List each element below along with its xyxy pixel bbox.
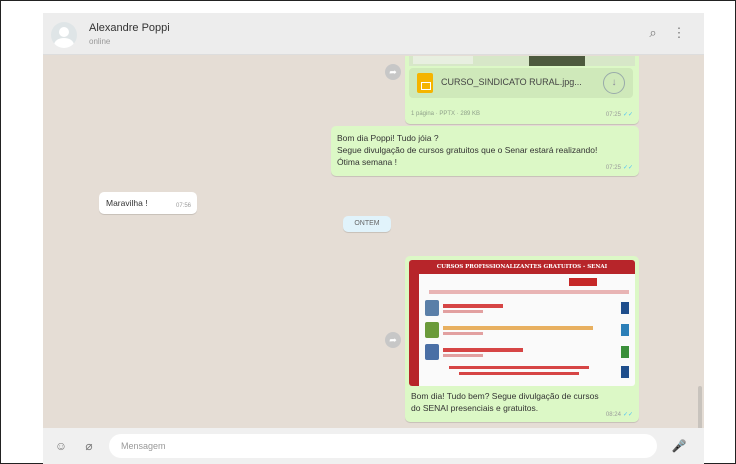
document-message-bubble[interactable]: CURSO_SINDICATO RURAL.jpg... ↓ 1 página … <box>405 56 639 124</box>
document-card[interactable]: CURSO_SINDICATO RURAL.jpg... ↓ <box>409 68 633 98</box>
chat-header: Alexandre Poppi online ⌕ ⋮ <box>43 13 704 55</box>
poster-photo <box>425 300 439 316</box>
attach-icon[interactable]: ⌀ <box>81 438 97 454</box>
read-ticks-icon: ✓✓ <box>622 412 633 418</box>
poster-logo <box>621 302 629 314</box>
message-time: 07:56 <box>175 203 191 209</box>
poster-text-line <box>459 372 579 375</box>
window-frame: Alexandre Poppi online ⌕ ⋮ ➦ CURSO_SINDI… <box>0 0 736 464</box>
message-time: 07:25 ✓✓ <box>605 112 633 118</box>
poster-text-line <box>443 354 483 357</box>
poster-text-line <box>449 366 589 369</box>
image-caption: Bom dia! Tudo bem? Segue divulgação de c… <box>411 390 599 414</box>
read-ticks-icon: ✓✓ <box>622 165 633 171</box>
message-composer: ☺ ⌀ Mensagem 🎤 <box>43 428 704 464</box>
poster-text-line <box>443 348 523 352</box>
image-message-bubble[interactable]: CURSOS PROFISSIONALIZANTES GRATUITOS - S… <box>405 256 639 422</box>
poster-text-line <box>443 304 503 308</box>
poster-text-line <box>429 290 629 294</box>
poster-text-line <box>443 332 483 335</box>
poster-image[interactable]: CURSOS PROFISSIONALIZANTES GRATUITOS - S… <box>409 260 635 386</box>
menu-icon[interactable]: ⋮ <box>671 25 687 41</box>
message-list[interactable]: ➦ CURSO_SINDICATO RURAL.jpg... ↓ 1 págin… <box>43 56 704 428</box>
senai-logo <box>569 278 597 286</box>
message-time: 08:24 ✓✓ <box>605 412 633 418</box>
message-time: 07:25 ✓✓ <box>605 165 633 171</box>
contact-name[interactable]: Alexandre Poppi <box>89 22 170 34</box>
poster-logo <box>621 324 629 336</box>
caption-line: do SENAI presenciais e gratuitos. <box>411 403 539 413</box>
scrollbar[interactable] <box>698 386 702 428</box>
poster-logo <box>621 346 629 358</box>
read-ticks-icon: ✓✓ <box>622 112 633 118</box>
incoming-text-message[interactable]: Maravilha ! 07:56 <box>99 192 197 214</box>
poster-photo <box>425 322 439 338</box>
avatar-head-shape <box>59 27 69 37</box>
message-line: Ótima semana ! <box>337 157 397 167</box>
document-file-name: CURSO_SINDICATO RURAL.jpg... <box>441 77 582 87</box>
message-line: Segue divulgação de cursos gratuitos que… <box>337 145 598 155</box>
message-text: Bom dia Poppi! Tudo jóia ? Segue divulga… <box>337 132 597 168</box>
emoji-icon[interactable]: ☺ <box>53 438 69 454</box>
poster-text-line <box>443 326 593 330</box>
forward-icon[interactable]: ➦ <box>385 64 401 80</box>
search-icon[interactable]: ⌕ <box>645 25 661 41</box>
message-text: Maravilha ! <box>106 198 148 208</box>
document-file-icon <box>417 73 433 93</box>
forward-icon[interactable]: ➦ <box>385 332 401 348</box>
message-line: Bom dia Poppi! Tudo jóia ? <box>337 133 439 143</box>
avatar-body-shape <box>54 38 74 48</box>
poster-logo <box>621 366 629 378</box>
chat-app: Alexandre Poppi online ⌕ ⋮ ➦ CURSO_SINDI… <box>43 13 704 464</box>
contact-status: online <box>89 37 111 46</box>
date-separator: ONTEM <box>343 216 391 232</box>
document-caption: 1 página · PPTX · 289 KB <box>411 111 481 117</box>
caption-line: Bom dia! Tudo bem? Segue divulgação de c… <box>411 391 599 401</box>
download-icon[interactable]: ↓ <box>603 72 625 94</box>
poster-side-band <box>409 274 419 386</box>
message-input[interactable]: Mensagem <box>109 434 657 458</box>
poster-photo <box>425 344 439 360</box>
poster-title: CURSOS PROFISSIONALIZANTES GRATUITOS - S… <box>409 260 635 274</box>
microphone-icon[interactable]: 🎤 <box>671 438 687 454</box>
avatar[interactable] <box>51 22 77 48</box>
document-preview-image <box>409 56 635 66</box>
outgoing-text-message[interactable]: Bom dia Poppi! Tudo jóia ? Segue divulga… <box>331 126 639 176</box>
poster-text-line <box>443 310 483 313</box>
